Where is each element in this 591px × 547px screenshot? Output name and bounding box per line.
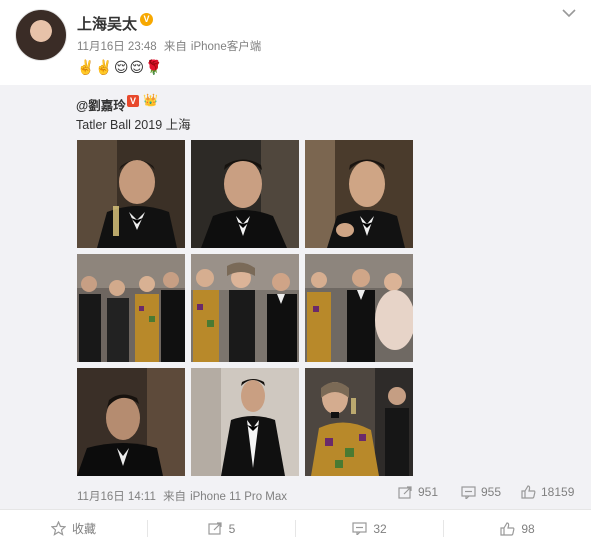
post-emojis: ✌️✌️😌😌🌹 — [77, 59, 164, 75]
username[interactable]: 上海吴太 — [77, 13, 137, 34]
post-time[interactable]: 11月16日 23:48 — [77, 41, 157, 53]
photo-group-feather-dress[interactable] — [305, 254, 413, 362]
repost-likes-stat[interactable]: 18159 — [521, 485, 574, 499]
repost-source-prefix: 来自 — [163, 491, 187, 503]
comment-icon — [461, 485, 476, 499]
favorite-button[interactable]: 收藏 — [0, 510, 147, 547]
photo-man-profile-dark[interactable] — [77, 368, 185, 476]
photo-tuxedo-man-smile[interactable] — [305, 140, 413, 248]
chevron-down-icon[interactable] — [562, 8, 576, 18]
likes-count: 18159 — [541, 485, 575, 499]
repost-reposts-stat[interactable]: 951 — [398, 485, 438, 499]
verified-badge-icon: V — [140, 13, 153, 26]
thumbs-up-icon — [500, 521, 515, 536]
reposts-count: 951 — [418, 485, 439, 499]
crown-icon: 👑 — [143, 93, 158, 107]
like-button[interactable]: 98 — [444, 510, 591, 547]
share-icon — [208, 522, 222, 535]
red-v-badge-icon: V — [127, 95, 139, 107]
repost-comments-stat[interactable]: 955 — [461, 485, 501, 499]
like-count: 98 — [521, 521, 535, 536]
photo-man-standing-tuxedo[interactable] — [191, 368, 299, 476]
source-prefix: 来自 — [163, 41, 187, 53]
photo-tuxedo-man-closeup[interactable] — [191, 140, 299, 248]
comment-icon — [352, 522, 367, 535]
repost-count: 5 — [228, 521, 236, 536]
repost-source[interactable]: iPhone 11 Pro Max — [190, 491, 287, 503]
favorite-label: 收藏 — [71, 522, 96, 536]
repost-time[interactable]: 11月16日 14:11 — [77, 491, 156, 503]
post-source[interactable]: iPhone客户端 — [191, 41, 261, 53]
repost-text: Tatler Ball 2019 上海 — [76, 118, 191, 132]
action-bar: 收藏 5 32 98 — [0, 509, 591, 547]
post-meta: 11月16日 23:48 来自 iPhone客户端 — [77, 38, 265, 54]
photo-woman-drinking[interactable] — [305, 368, 413, 476]
comments-count: 955 — [481, 485, 502, 499]
share-icon — [398, 485, 412, 499]
repost-author[interactable]: @劉嘉玲 — [76, 95, 126, 114]
comment-count: 32 — [373, 521, 387, 536]
photo-group-four-people[interactable] — [77, 254, 185, 362]
photo-tuxedo-man-wine[interactable] — [77, 140, 185, 248]
star-icon — [50, 521, 66, 536]
avatar[interactable] — [15, 9, 67, 61]
repost-button[interactable]: 5 — [148, 510, 295, 547]
repost-meta: 11月16日 14:11 来自 iPhone 11 Pro Max — [77, 488, 291, 504]
thumbs-up-icon — [521, 485, 536, 499]
photo-group-women-man[interactable] — [191, 254, 299, 362]
comment-button[interactable]: 32 — [296, 510, 443, 547]
